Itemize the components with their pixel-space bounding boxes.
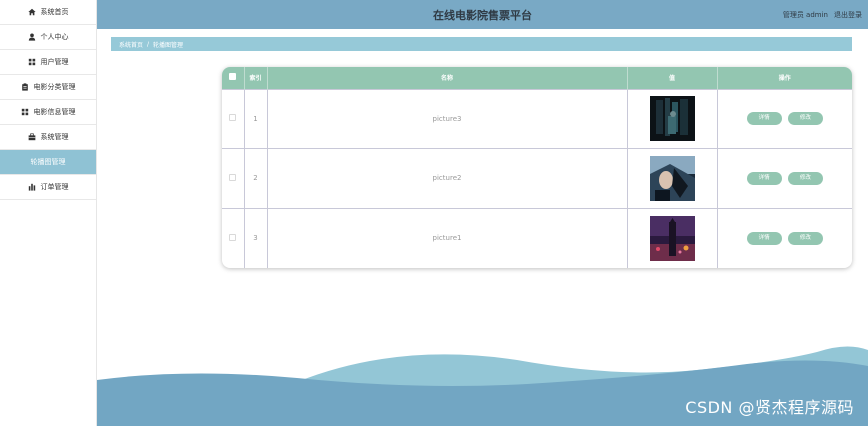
watermark-text: CSDN @贤杰程序源码 bbox=[685, 398, 854, 417]
table-row: 3 picture1 详情 修改 bbox=[222, 208, 852, 268]
row-checkbox[interactable] bbox=[229, 114, 237, 122]
user-icon bbox=[28, 33, 36, 41]
sidebar-item-movie-info[interactable]: 电影信息管理 bbox=[0, 100, 96, 125]
row-checkbox[interactable] bbox=[229, 173, 237, 181]
edit-button[interactable]: 修改 bbox=[787, 231, 823, 245]
carousel-table-card: 索引 名称 值 操作 1 picture3 详情 修改 2 picture2 详… bbox=[222, 67, 852, 268]
sidebar-item-profile[interactable]: 个人中心 bbox=[0, 25, 96, 50]
detail-button[interactable]: 详情 bbox=[746, 231, 782, 245]
sidebar: 系统首页 个人中心 用户管理 电影分类管理 电影信息管理 系统管理 轮播图管理 bbox=[0, 0, 97, 426]
detail-button[interactable]: 详情 bbox=[746, 171, 782, 185]
table-row: 2 picture2 详情 修改 bbox=[222, 148, 852, 209]
table-header-row: 索引 名称 值 操作 bbox=[222, 67, 852, 89]
column-header-index: 索引 bbox=[244, 67, 268, 89]
table-row: 1 picture3 详情 修改 bbox=[222, 89, 852, 149]
edit-button[interactable]: 修改 bbox=[787, 171, 823, 185]
row-index: 1 bbox=[244, 89, 268, 149]
carousel-table: 索引 名称 值 操作 1 picture3 详情 修改 2 picture2 详… bbox=[222, 67, 852, 268]
briefcase-icon bbox=[28, 133, 36, 141]
page-title: 在线电影院售票平台 bbox=[433, 8, 532, 22]
sidebar-item-orders[interactable]: 订单管理 bbox=[0, 175, 96, 200]
sidebar-item-home[interactable]: 系统首页 bbox=[0, 0, 96, 25]
header-user-area: 管理员 admin 退出登录 bbox=[783, 0, 862, 29]
breadcrumb-current: 轮播图管理 bbox=[153, 41, 184, 49]
detail-button[interactable]: 详情 bbox=[746, 112, 782, 126]
sidebar-item-label: 系统首页 bbox=[40, 8, 69, 16]
grid-icon bbox=[21, 108, 29, 116]
sidebar-item-label: 系统管理 bbox=[40, 133, 69, 141]
column-header-value: 值 bbox=[627, 67, 718, 89]
row-index: 2 bbox=[244, 148, 268, 209]
column-header-name: 名称 bbox=[267, 67, 628, 89]
row-name: picture3 bbox=[267, 89, 628, 149]
carousel-thumbnail[interactable] bbox=[649, 215, 695, 261]
top-header: 在线电影院售票平台 管理员 admin 退出登录 bbox=[97, 0, 868, 29]
column-header-actions: 操作 bbox=[778, 75, 791, 83]
row-name: picture2 bbox=[267, 148, 628, 209]
sidebar-item-label: 订单管理 bbox=[40, 183, 69, 191]
breadcrumb-home[interactable]: 系统首页 bbox=[119, 40, 143, 49]
sidebar-item-carousel[interactable]: 轮播图管理 bbox=[0, 150, 96, 175]
sidebar-item-label: 电影信息管理 bbox=[33, 108, 76, 116]
sidebar-item-label: 用户管理 bbox=[40, 58, 69, 66]
logout-link[interactable]: 退出登录 bbox=[834, 10, 862, 20]
sidebar-item-system[interactable]: 系统管理 bbox=[0, 125, 96, 150]
row-name: picture1 bbox=[267, 208, 628, 268]
sidebar-item-label: 个人中心 bbox=[40, 33, 69, 41]
chart-icon bbox=[28, 183, 36, 191]
home-icon bbox=[27, 8, 36, 16]
grid-icon bbox=[28, 58, 36, 66]
carousel-thumbnail[interactable] bbox=[649, 155, 695, 201]
admin-label: 管理员 admin bbox=[782, 10, 828, 19]
sidebar-item-users[interactable]: 用户管理 bbox=[0, 50, 96, 75]
select-all-checkbox[interactable] bbox=[229, 73, 237, 81]
breadcrumb-separator: / bbox=[147, 40, 150, 48]
sidebar-item-label: 电影分类管理 bbox=[33, 83, 76, 91]
select-all-cell bbox=[222, 67, 245, 89]
sidebar-item-movie-category[interactable]: 电影分类管理 bbox=[0, 75, 96, 100]
clipboard-icon bbox=[21, 83, 29, 91]
edit-button[interactable]: 修改 bbox=[787, 112, 823, 126]
breadcrumb: 系统首页 / 轮播图管理 bbox=[111, 37, 852, 51]
carousel-thumbnail[interactable] bbox=[649, 96, 695, 142]
row-index: 3 bbox=[244, 208, 268, 268]
row-checkbox[interactable] bbox=[229, 233, 237, 241]
sidebar-item-label: 轮播图管理 bbox=[30, 158, 66, 166]
